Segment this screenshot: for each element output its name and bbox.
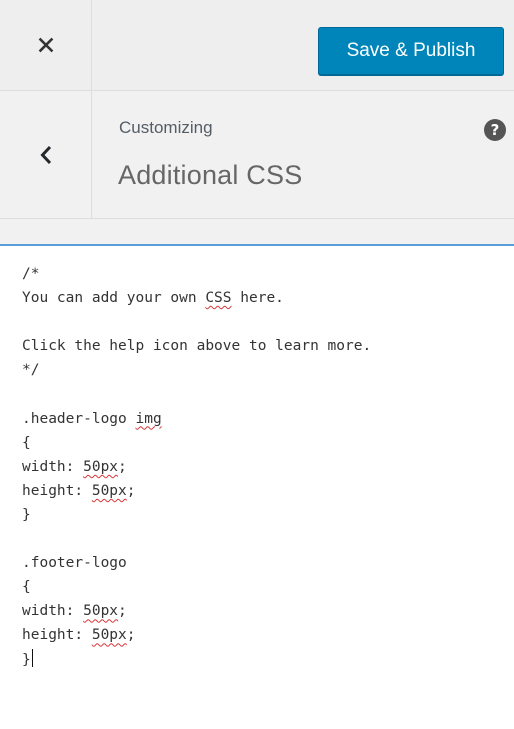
breadcrumb: Customizing — [119, 118, 213, 137]
code-text: width: — [22, 603, 84, 620]
code-text: } — [22, 506, 31, 523]
code-line: */ — [22, 358, 514, 382]
code-line: You can add your own CSS here. — [22, 286, 514, 310]
spellcheck-flagged-word: 50px — [83, 458, 119, 475]
close-button[interactable] — [0, 0, 92, 90]
section-title: Additional CSS — [118, 160, 303, 190]
code-text: .footer-logo — [22, 555, 127, 572]
spellcheck-flagged-word: 50px — [91, 482, 127, 499]
code-text: } — [22, 651, 31, 668]
customizer-header: Save & Publish — [0, 0, 514, 91]
spellcheck-flagged-word: CSS — [205, 290, 232, 307]
code-text: { — [22, 579, 31, 596]
code-line: /* — [22, 262, 514, 286]
spellcheck-flagged-word: 50px — [83, 603, 119, 620]
code-text: ; — [126, 482, 136, 499]
code-text: height: — [22, 482, 92, 499]
code-line: height: 50px; — [22, 479, 514, 503]
code-line: } — [22, 503, 514, 527]
code-line: width: 50px; — [22, 599, 514, 623]
code-text: Click the help icon above to learn more. — [22, 338, 372, 355]
code-text: /* — [22, 266, 40, 282]
code-text: here. — [231, 290, 284, 307]
code-text: width: — [22, 458, 84, 475]
code-line: .header-logo img — [22, 407, 514, 431]
code-text: You can add your own — [22, 290, 206, 307]
code-text: ; — [126, 627, 136, 644]
spellcheck-flagged-word: img — [135, 410, 162, 427]
code-line: { — [22, 431, 514, 455]
code-text: height: — [22, 627, 92, 644]
section-description-strip — [0, 219, 514, 244]
code-text: ; — [118, 603, 127, 620]
code-text: ; — [118, 458, 127, 475]
code-text: { — [22, 434, 31, 451]
customizer-panel: Save & Publish Customizing Additional CS… — [0, 0, 514, 729]
code-line: height: 50px; — [22, 623, 514, 647]
save-publish-button[interactable]: Save & Publish — [318, 27, 504, 75]
spellcheck-flagged-word: 50px — [91, 627, 127, 644]
help-icon[interactable]: ? — [484, 119, 506, 141]
code-text: */ — [22, 362, 40, 379]
chevron-left-icon — [39, 145, 51, 164]
code-line: { — [22, 575, 514, 599]
close-icon — [38, 37, 53, 53]
code-line: .footer-logo — [22, 551, 514, 575]
code-line: width: 50px; — [22, 455, 514, 479]
code-line: } — [22, 648, 514, 672]
css-code-editor[interactable]: /* You can add your own CSS here. Click th… — [0, 246, 514, 729]
code-text: .header-logo — [22, 410, 136, 427]
section-header: Customizing Additional CSS ? — [0, 91, 514, 219]
text-caret — [31, 648, 33, 667]
code-line: Click the help icon above to learn more. — [22, 334, 514, 358]
back-button[interactable] — [0, 91, 92, 218]
